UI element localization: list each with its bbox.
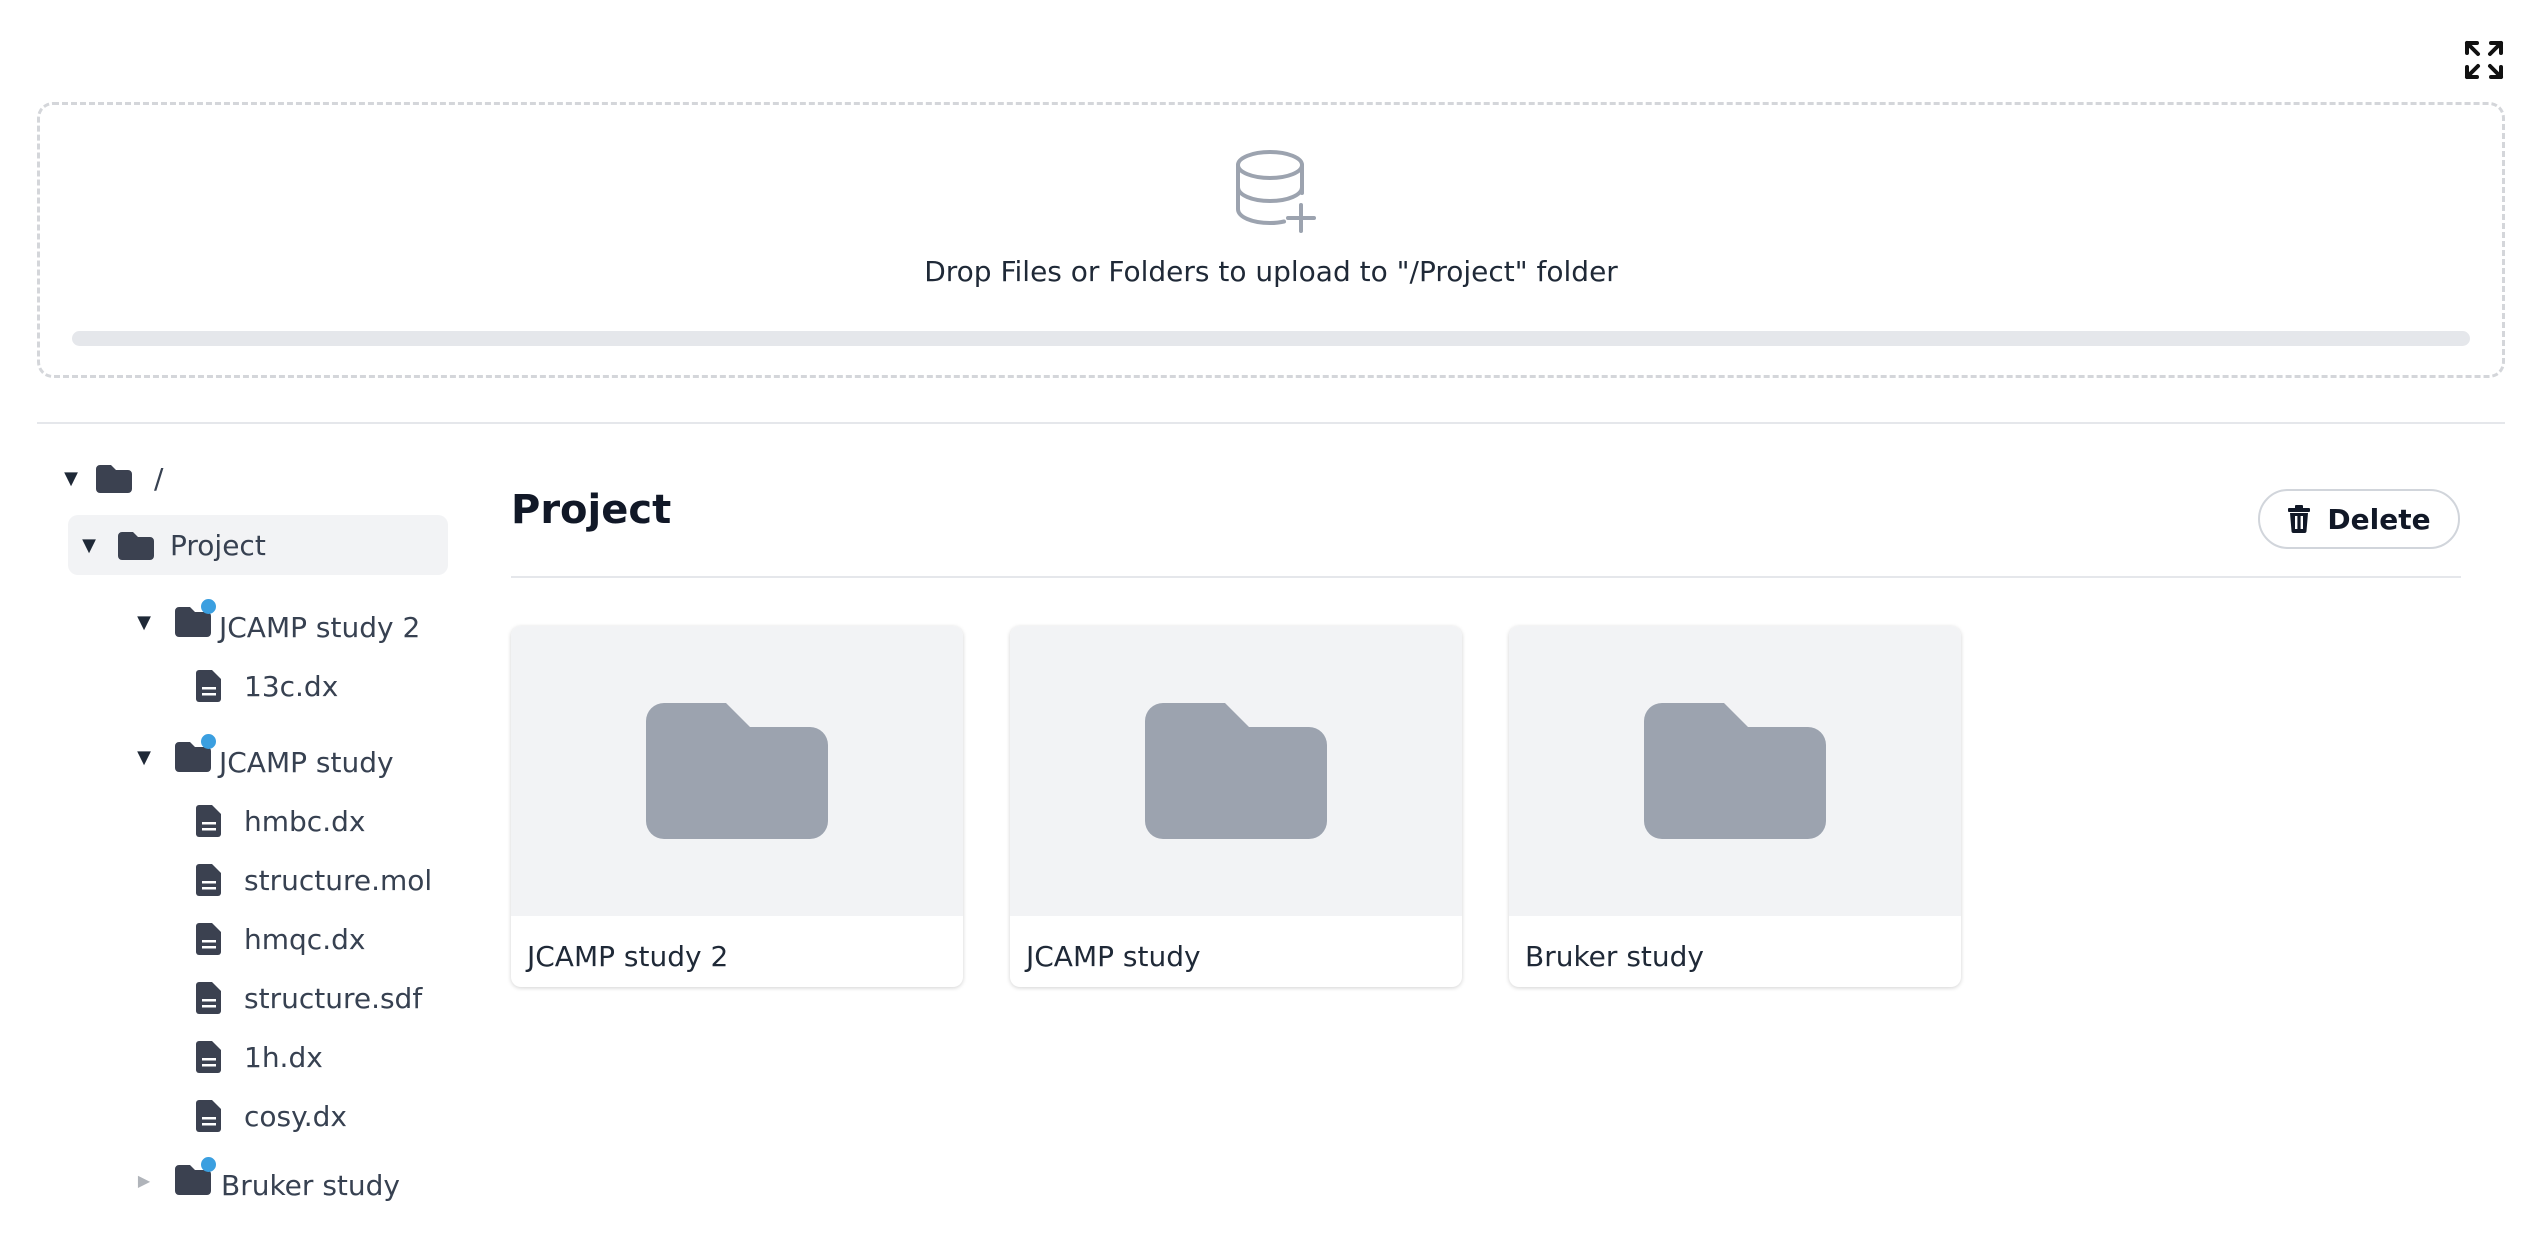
delete-label: Delete — [2327, 502, 2431, 536]
tree-item-label: cosy.dx — [244, 1099, 347, 1133]
tree-item-label: 13c.dx — [244, 669, 339, 703]
tree-item-folder-jcamp-study[interactable]: ▼ JCAMP study — [133, 729, 394, 785]
chevron-down-icon[interactable]: ▼ — [78, 534, 100, 556]
status-dot — [201, 734, 216, 749]
delete-button[interactable]: Delete — [2258, 489, 2460, 549]
tree-item-file[interactable]: 1h.dx — [196, 1029, 323, 1085]
folder-icon — [173, 1157, 216, 1197]
tree-item-folder-jcamp-study-2[interactable]: ▼ JCAMP study 2 — [133, 594, 420, 650]
upload-dropzone[interactable]: Drop Files or Folders to upload to "/Pro… — [37, 102, 2505, 378]
file-icon — [196, 804, 222, 838]
tree-item-label: hmbc.dx — [244, 804, 366, 838]
file-icon — [196, 1040, 222, 1074]
file-icon — [196, 922, 222, 956]
tree-item-file[interactable]: hmqc.dx — [196, 911, 365, 967]
upload-instruction: Drop Files or Folders to upload to "/Pro… — [924, 255, 1618, 288]
card-label: JCAMP study — [1026, 940, 1201, 973]
tree-item-file[interactable]: structure.sdf — [196, 970, 422, 1026]
upload-progress-bar — [72, 331, 2470, 346]
file-icon — [196, 863, 222, 897]
tree-item-label: Bruker study — [221, 1168, 400, 1202]
card-thumbnail — [1010, 626, 1462, 916]
tree-item-label: 1h.dx — [244, 1040, 323, 1074]
folder-icon — [1145, 703, 1327, 839]
trash-icon — [2288, 505, 2311, 533]
database-add-icon — [1236, 150, 1316, 233]
card-thumbnail — [511, 626, 963, 916]
chevron-down-icon[interactable]: ▼ — [60, 467, 82, 489]
tree-item-file[interactable]: structure.mol — [196, 852, 432, 908]
tree-item-project[interactable]: ▼ Project — [78, 517, 266, 573]
chevron-right-icon[interactable]: ▶ — [133, 1169, 155, 1191]
status-dot — [201, 599, 216, 614]
folder-card[interactable]: JCAMP study — [1010, 626, 1462, 987]
folder-icon — [116, 528, 156, 562]
tree-item-file[interactable]: hmbc.dx — [196, 793, 365, 849]
folder-icon — [1644, 703, 1826, 839]
tree-item-file[interactable]: 13c.dx — [196, 658, 338, 714]
divider — [37, 422, 2505, 424]
tree-item-label: structure.mol — [244, 863, 433, 897]
content-divider — [511, 576, 2461, 578]
page-title: Project — [511, 487, 672, 533]
tree-item-label: Project — [170, 528, 266, 562]
folder-icon — [94, 461, 134, 495]
fullscreen-button[interactable] — [2462, 38, 2506, 82]
folder-icon — [173, 734, 216, 774]
tree-item-label: hmqc.dx — [244, 922, 366, 956]
expand-icon — [2465, 41, 2503, 79]
folder-card[interactable]: JCAMP study 2 — [511, 626, 963, 987]
card-thumbnail — [1509, 626, 1961, 916]
chevron-down-icon[interactable]: ▼ — [133, 611, 155, 633]
file-icon — [196, 981, 222, 1015]
file-icon — [196, 669, 222, 703]
tree-item-label: structure.sdf — [244, 981, 423, 1015]
tree-item-label: JCAMP study — [219, 745, 394, 779]
tree-item-label: JCAMP study 2 — [219, 610, 421, 644]
tree-item-file[interactable]: cosy.dx — [196, 1088, 347, 1144]
file-icon — [196, 1099, 222, 1133]
card-label: JCAMP study 2 — [527, 940, 729, 973]
tree-item-label: / — [154, 461, 164, 495]
folder-icon — [646, 703, 828, 839]
tree-item-folder-bruker-study[interactable]: ▶ Bruker study — [133, 1152, 400, 1208]
tree-item-root[interactable]: ▼ / — [60, 450, 163, 506]
folder-icon — [173, 599, 216, 639]
status-dot — [201, 1157, 216, 1172]
chevron-down-icon[interactable]: ▼ — [133, 746, 155, 768]
folder-card[interactable]: Bruker study — [1509, 626, 1961, 987]
card-label: Bruker study — [1525, 940, 1704, 973]
